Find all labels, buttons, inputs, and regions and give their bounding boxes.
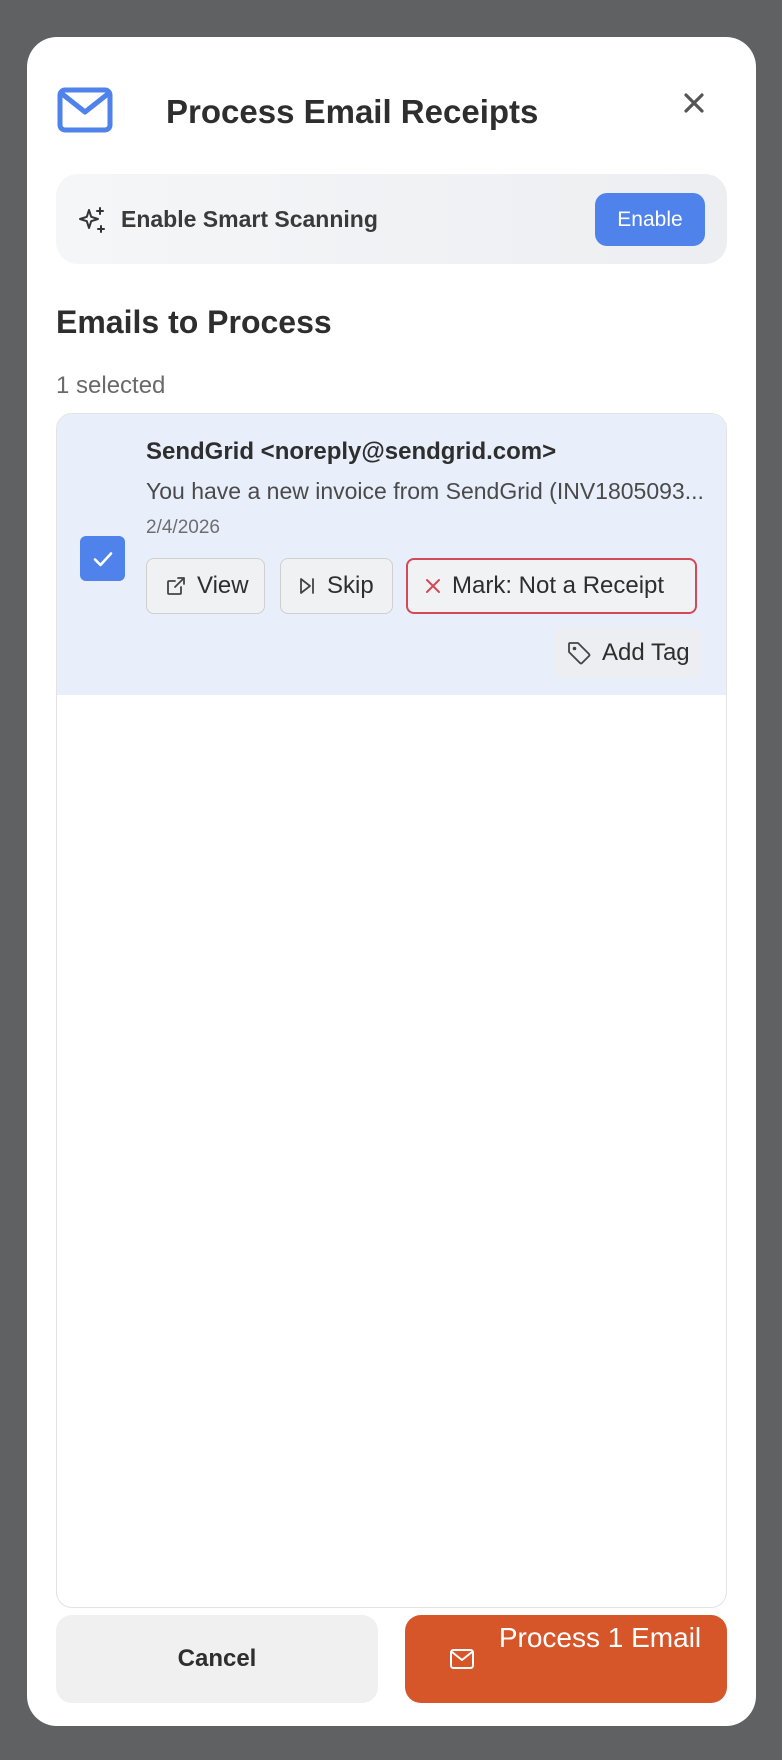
enable-button[interactable]: Enable [595, 193, 705, 246]
process-emails-button[interactable]: Process 1 Email [405, 1615, 727, 1703]
email-select-checkbox[interactable] [80, 536, 125, 581]
email-sender: SendGrid <noreply@sendgrid.com> [146, 438, 557, 465]
view-button[interactable]: View [146, 558, 265, 614]
mark-not-receipt-label: Mark: Not a Receipt [452, 572, 665, 599]
skip-button[interactable]: Skip [280, 558, 393, 614]
email-list-item[interactable]: SendGrid <noreply@sendgrid.com> You have… [57, 414, 726, 695]
mail-icon [449, 1648, 475, 1675]
selected-count: 1 selected [56, 372, 166, 399]
skip-forward-icon [300, 578, 314, 594]
external-link-icon [167, 577, 185, 595]
email-date: 2/4/2026 [146, 517, 220, 538]
cancel-button[interactable]: Cancel [56, 1615, 378, 1703]
process-email-receipts-dialog: Process Email Receipts Enable Smart Scan… [27, 37, 756, 1726]
smart-scanning-label: Enable Smart Scanning [121, 206, 378, 232]
process-button-label: Process 1 Email [498, 1622, 702, 1653]
email-subject: You have a new invoice from SendGrid (IN… [146, 478, 704, 504]
skip-button-label: Skip [327, 572, 374, 599]
x-icon [426, 579, 440, 593]
mail-icon [57, 87, 113, 133]
close-button[interactable] [674, 83, 714, 123]
section-title: Emails to Process [56, 304, 332, 340]
view-button-label: View [197, 572, 249, 599]
checkmark-icon [93, 551, 112, 566]
mark-not-receipt-button[interactable]: Mark: Not a Receipt [406, 558, 697, 614]
close-icon [684, 93, 704, 113]
sparkles-icon [78, 206, 106, 234]
smart-scanning-banner: Enable Smart Scanning Enable [56, 174, 727, 264]
add-tag-button[interactable]: Add Tag [554, 628, 701, 678]
tag-icon [568, 642, 591, 665]
add-tag-label: Add Tag [602, 639, 690, 666]
dialog-title: Process Email Receipts [166, 93, 539, 130]
dialog-header: Process Email Receipts [57, 87, 726, 147]
email-list[interactable]: SendGrid <noreply@sendgrid.com> You have… [56, 413, 727, 1608]
